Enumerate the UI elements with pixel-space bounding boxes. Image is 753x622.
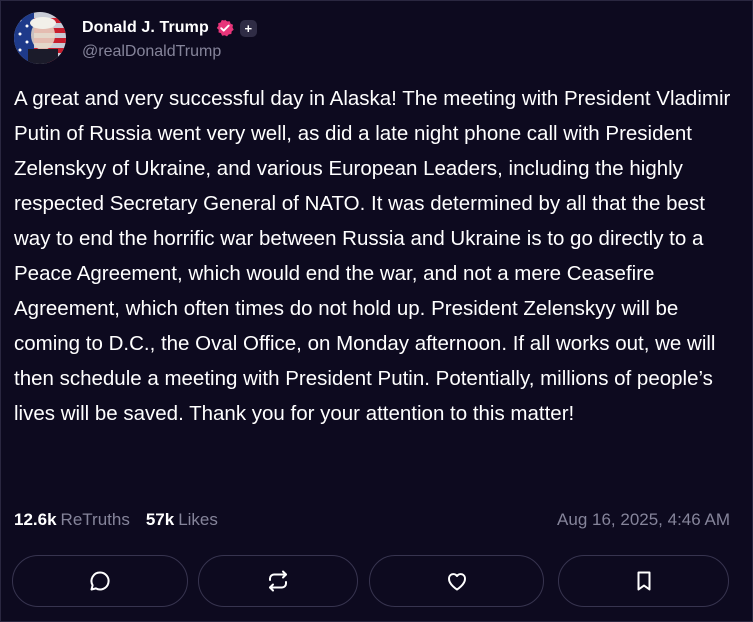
author-names: Donald J. Trump + @realDonaldTrump (82, 17, 257, 61)
likes-label[interactable]: Likes (178, 510, 218, 530)
post-stats: 12.6k ReTruths 57k Likes (14, 510, 218, 530)
retruths-label[interactable]: ReTruths (61, 510, 130, 530)
post-timestamp: Aug 16, 2025, 4:46 AM (557, 510, 730, 529)
handle[interactable]: @realDonaldTrump (82, 43, 257, 61)
name-row: Donald J. Trump + (82, 17, 257, 39)
avatar[interactable] (14, 12, 66, 64)
bookmark-button[interactable] (558, 555, 729, 607)
display-name[interactable]: Donald J. Trump (82, 19, 209, 37)
action-spacer (358, 555, 369, 607)
retruth-button[interactable] (198, 555, 358, 607)
action-bar (12, 555, 729, 607)
verified-badge-icon (216, 19, 234, 37)
reply-button[interactable] (12, 555, 188, 607)
heart-icon (445, 569, 469, 593)
repost-icon (266, 569, 290, 593)
bookmark-icon (632, 569, 656, 593)
avatar-image (14, 12, 66, 64)
likes-count[interactable]: 57k (146, 510, 174, 530)
action-spacer (188, 555, 198, 607)
like-button[interactable] (369, 555, 544, 607)
action-spacer (544, 555, 558, 607)
post-header: Donald J. Trump + @realDonaldTrump (14, 12, 257, 64)
retruths-count[interactable]: 12.6k (14, 510, 57, 530)
plus-badge-icon: + (239, 19, 257, 37)
post-text: A great and very successful day in Alask… (14, 87, 731, 425)
comment-icon (88, 569, 112, 593)
